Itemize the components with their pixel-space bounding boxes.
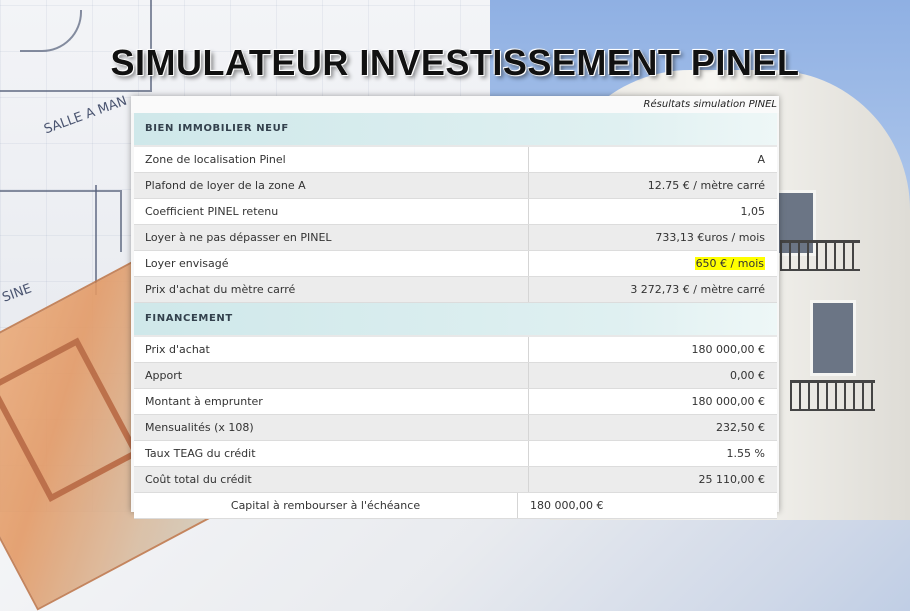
row-value: 232,50 €: [716, 421, 765, 434]
table-row: Plafond de loyer de la zone A 12.75 € / …: [134, 173, 777, 199]
row-value: 1,05: [740, 205, 766, 218]
row-value: 3 272,73 € / mètre carré: [630, 283, 765, 296]
results-table: BIEN IMMOBILIER NEUF Zone de localisatio…: [134, 113, 777, 519]
row-label: Loyer à ne pas dépasser en PINEL: [134, 225, 529, 250]
panel-header: Résultats simulation PINEL: [131, 96, 779, 113]
row-value: 180 000,00 €: [691, 343, 765, 356]
row-label: Prix d'achat: [134, 337, 529, 362]
row-value: A: [757, 153, 765, 166]
row-label: Prix d'achat du mètre carré: [134, 277, 529, 302]
section-header-financement: FINANCEMENT: [134, 303, 777, 337]
table-row: Montant à emprunter 180 000,00 €: [134, 389, 777, 415]
table-row: Loyer envisagé 650 € / mois: [134, 251, 777, 277]
row-value-highlighted: 650 € / mois: [529, 251, 777, 276]
row-value: 180 000,00 €: [530, 499, 604, 512]
table-row: Prix d'achat 180 000,00 €: [134, 337, 777, 363]
row-label: Montant à emprunter: [134, 389, 529, 414]
table-row: Zone de localisation Pinel A: [134, 147, 777, 173]
table-row: Loyer à ne pas dépasser en PINEL 733,13 …: [134, 225, 777, 251]
table-row: Coût total du crédit 25 110,00 €: [134, 467, 777, 493]
plan-label-room: SALLE A MAN: [42, 93, 130, 138]
table-row: Taux TEAG du crédit 1.55 %: [134, 441, 777, 467]
row-value: 0,00 €: [730, 369, 765, 382]
table-row: Coefficient PINEL retenu 1,05: [134, 199, 777, 225]
row-label: Plafond de loyer de la zone A: [134, 173, 529, 198]
row-value: 1.55 %: [726, 447, 765, 460]
results-panel: Résultats simulation PINEL BIEN IMMOBILI…: [131, 96, 779, 519]
section-header-bien: BIEN IMMOBILIER NEUF: [134, 113, 777, 147]
highlighted-value: 650 € / mois: [694, 257, 765, 270]
table-row: Mensualités (x 108) 232,50 €: [134, 415, 777, 441]
row-label: Loyer envisagé: [134, 251, 529, 276]
row-value: 12.75 € / mètre carré: [647, 179, 765, 192]
row-label: Taux TEAG du crédit: [134, 441, 529, 466]
page-title: SIMULATEUR INVESTISSEMENT PINEL: [110, 42, 800, 83]
table-row: Apport 0,00 €: [134, 363, 777, 389]
row-value: 733,13 €uros / mois: [655, 231, 765, 244]
row-value: 25 110,00 €: [698, 473, 765, 486]
row-label: Coût total du crédit: [134, 467, 529, 492]
row-label: Coefficient PINEL retenu: [134, 199, 529, 224]
row-label: Capital à rembourser à l'échéance: [134, 493, 518, 518]
row-label: Zone de localisation Pinel: [134, 147, 529, 172]
plan-label-room-2: SINE: [0, 281, 34, 306]
row-label: Apport: [134, 363, 529, 388]
row-value: 180 000,00 €: [691, 395, 765, 408]
table-row-total: Capital à rembourser à l'échéance 180 00…: [134, 493, 777, 519]
row-label: Mensualités (x 108): [134, 415, 529, 440]
table-row: Prix d'achat du mètre carré 3 272,73 € /…: [134, 277, 777, 303]
